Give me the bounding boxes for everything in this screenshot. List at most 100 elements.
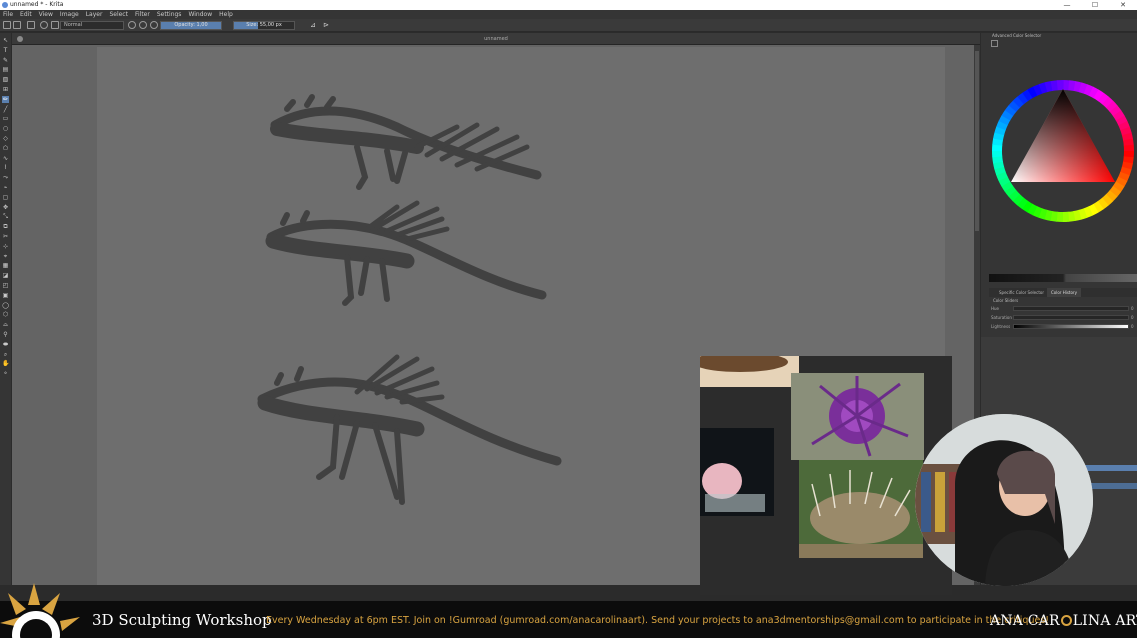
hue-ring-segment[interactable] — [998, 114, 1011, 126]
hue-ring-segment[interactable] — [1115, 115, 1128, 126]
hue-ring-segment[interactable] — [1027, 86, 1038, 99]
text-tool-icon[interactable]: T — [2, 47, 9, 54]
hue-ring-segment[interactable] — [1118, 171, 1130, 182]
pattern-icon[interactable] — [40, 21, 48, 29]
hue-ring-segment[interactable] — [1112, 110, 1125, 122]
hue-ring-segment[interactable] — [1123, 138, 1134, 147]
transform-tool-icon[interactable]: ▢ — [2, 194, 9, 201]
multibrush-tool-icon[interactable]: ⌁ — [2, 184, 9, 191]
saturation-bar[interactable] — [1013, 315, 1129, 320]
reference-tool-icon[interactable]: ⌖ — [2, 253, 9, 260]
hue-ring-segment[interactable] — [994, 166, 1006, 176]
hue-ring-segment[interactable] — [1001, 109, 1014, 121]
hue-ring-segment[interactable] — [1106, 100, 1118, 113]
hue-ring-segment[interactable] — [992, 161, 1005, 170]
hue-ring-segment[interactable] — [1097, 197, 1109, 210]
document-tab[interactable]: unnamed — [12, 33, 980, 45]
menu-image[interactable]: Image — [60, 10, 79, 19]
hue-ring-segment[interactable] — [1112, 181, 1125, 193]
hue-ring-segment[interactable] — [1097, 92, 1110, 105]
hue-ring-segment[interactable] — [1093, 89, 1105, 102]
hue-ring-segment[interactable] — [1122, 156, 1134, 164]
grid-tool-icon[interactable]: ⧉ — [2, 223, 9, 230]
brush-preset-icon[interactable] — [13, 21, 21, 29]
edit-shapes-tool-icon[interactable]: ✎ — [2, 57, 9, 64]
hue-ring-segment[interactable] — [1008, 189, 1020, 202]
polyline-tool-icon[interactable]: ⬠ — [2, 145, 9, 152]
hue-ring-segment[interactable] — [1017, 92, 1029, 105]
horizontal-mirror-icon[interactable]: ⊿ — [310, 21, 316, 30]
hue-slider-row[interactable]: Hue 0 — [989, 305, 1137, 312]
hue-bar[interactable] — [1013, 306, 1129, 311]
gradient-tool-icon[interactable]: ▧ — [2, 76, 9, 83]
close-button[interactable]: ✕ — [1109, 0, 1137, 10]
cut-tool-icon[interactable]: ✂ — [2, 233, 9, 240]
hue-ring-segment[interactable] — [992, 155, 1003, 164]
hue-ring-segment[interactable] — [996, 120, 1008, 131]
hue-ring-segment[interactable] — [996, 171, 1008, 182]
hue-ring-segment[interactable] — [993, 132, 1005, 141]
hue-ring-segment[interactable] — [1012, 96, 1025, 108]
ellipse-select-tool-icon[interactable]: ◯ — [2, 302, 9, 309]
canvas-scroll-thumb[interactable] — [975, 51, 979, 231]
menu-help[interactable]: Help — [219, 10, 233, 19]
hue-ring-segment[interactable] — [1008, 100, 1021, 112]
hue-ring-segment[interactable] — [1073, 81, 1082, 93]
hue-ring-segment[interactable] — [1109, 185, 1122, 198]
hue-ring-segment[interactable] — [1026, 203, 1038, 216]
hue-ring-segment[interactable] — [1121, 161, 1133, 170]
hue-ring-segment[interactable] — [1001, 180, 1014, 192]
lightness-bar[interactable] — [1013, 324, 1129, 329]
assistant-tool-icon[interactable]: ⊞ — [2, 86, 9, 93]
hue-ring-segment[interactable] — [1092, 200, 1104, 213]
calligraphy-tool-icon[interactable]: ▤ — [2, 66, 9, 73]
menu-window[interactable]: Window — [188, 10, 212, 19]
rect-select-tool-icon[interactable]: ▣ — [2, 292, 9, 299]
freehand-brush-tool-icon[interactable]: ✏ — [2, 95, 9, 103]
hue-ring-segment[interactable] — [1022, 89, 1034, 102]
hue-ring-segment[interactable] — [1067, 211, 1076, 222]
hue-ring-segment[interactable] — [1101, 194, 1114, 206]
menu-file[interactable]: File — [3, 10, 13, 19]
contiguous-select-tool-icon[interactable]: ⚲ — [2, 331, 9, 338]
hue-ring-segment[interactable] — [1050, 80, 1059, 91]
hue-ring-segment[interactable] — [1038, 82, 1048, 94]
menu-settings[interactable]: Settings — [157, 10, 182, 19]
select-shapes-tool-icon[interactable]: ↖ — [2, 37, 9, 44]
hue-ring-segment[interactable] — [1068, 80, 1076, 92]
hue-ring-segment[interactable] — [1038, 208, 1048, 220]
eraser-toggle-icon[interactable] — [128, 21, 136, 29]
dynamic-brush-tool-icon[interactable]: ⤳ — [2, 174, 9, 181]
bezier-tool-icon[interactable]: ∿ — [2, 155, 9, 162]
hue-ring-segment[interactable] — [1102, 96, 1114, 109]
hue-ring-segment[interactable] — [1121, 132, 1134, 141]
hue-ring-segment[interactable] — [1088, 203, 1099, 216]
smart-patch-tool-icon[interactable]: ◰ — [2, 282, 9, 289]
hue-ring-segment[interactable] — [1105, 190, 1118, 202]
hue-ring-segment[interactable] — [1109, 105, 1122, 117]
blend-mode-select[interactable]: Normal — [60, 21, 124, 30]
hue-ring-segment[interactable] — [992, 138, 1004, 146]
hue-ring-segment[interactable] — [1044, 209, 1053, 221]
tab-specific-color-selector[interactable]: Specific Color Selector — [995, 288, 1048, 297]
menu-select[interactable]: Select — [109, 10, 128, 19]
polygon-tool-icon[interactable]: ◇ — [2, 135, 9, 142]
polygon-select-tool-icon[interactable]: ⬡ — [2, 311, 9, 318]
colorize-tool-icon[interactable]: ◪ — [2, 272, 9, 279]
hue-ring-segment[interactable] — [994, 126, 1006, 136]
minimize-button[interactable]: — — [1053, 0, 1081, 10]
hue-ring-segment[interactable] — [1083, 206, 1094, 218]
freehand-select-tool-icon[interactable]: ⌓ — [2, 321, 9, 328]
new-document-icon[interactable] — [3, 21, 11, 29]
zoom-tool-icon[interactable]: ⌕ — [2, 351, 9, 358]
hue-ring-segment[interactable] — [1004, 185, 1017, 197]
pressure-icon[interactable] — [150, 21, 158, 29]
fill-tool-icon[interactable]: ▦ — [2, 262, 9, 269]
hue-ring-segment[interactable] — [1050, 210, 1058, 222]
saturation-slider-row[interactable]: Saturation 0 — [989, 314, 1137, 321]
move-tool-icon[interactable]: ✥ — [2, 204, 9, 211]
hue-ring-segment[interactable] — [1021, 200, 1033, 213]
opacity-slider[interactable]: Opacity: 1,00 — [160, 21, 222, 30]
hue-ring-segment[interactable] — [1083, 84, 1094, 96]
hue-ring-segment[interactable] — [1120, 126, 1132, 136]
